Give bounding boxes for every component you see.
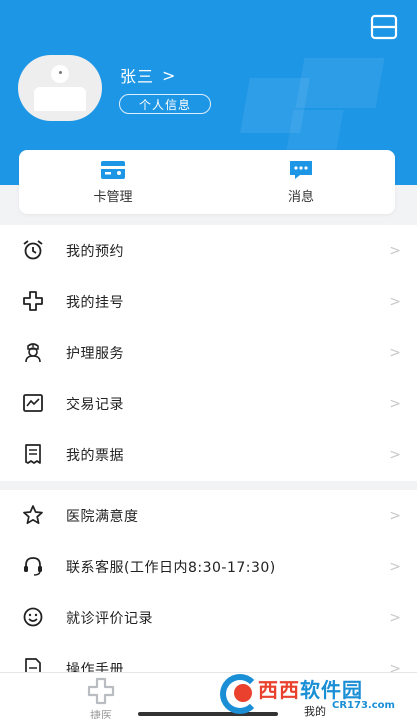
menu-item-label: 我的预约 <box>66 243 124 260</box>
avatar-head <box>51 65 69 83</box>
watermark-logo: 西西软件园 CR173.com <box>214 670 417 719</box>
nurse-icon <box>22 341 44 363</box>
medical-cross-icon <box>22 290 44 312</box>
watermark-site: CR173.com <box>332 700 395 711</box>
chevron-right-icon: > <box>162 65 177 85</box>
chevron-right-icon: > <box>389 507 401 524</box>
menu-item-label: 联系客服(工作日内8:30-17:30) <box>66 559 276 576</box>
scan-icon[interactable] <box>369 14 399 40</box>
header-decoration <box>295 58 385 108</box>
chevron-right-icon: > <box>389 446 401 463</box>
personal-info-button[interactable]: 个人信息 <box>119 94 211 114</box>
card-management-label: 卡管理 <box>93 190 133 205</box>
header-decoration <box>286 110 344 150</box>
chevron-right-icon: > <box>389 293 401 310</box>
quick-actions-card: 卡管理 消息 <box>19 150 395 214</box>
watermark-logo-dot <box>234 684 252 702</box>
tab-label: 捷医 <box>90 709 112 719</box>
menu-item-visit-reviews[interactable]: 就诊评价记录 > <box>0 592 417 643</box>
menu-item-registrations[interactable]: 我的挂号 > <box>0 276 417 327</box>
card-icon <box>101 161 125 179</box>
menu-item-label: 医院满意度 <box>66 508 139 525</box>
menu-item-satisfaction[interactable]: 医院满意度 > <box>0 490 417 541</box>
message-icon <box>290 161 312 179</box>
menu-item-receipts[interactable]: 我的票据 > <box>0 429 417 480</box>
user-name: 张三 <box>120 67 155 86</box>
menu-item-nursing[interactable]: 护理服务 > <box>0 327 417 378</box>
chevron-right-icon: > <box>389 558 401 575</box>
messages-label: 消息 <box>287 190 314 205</box>
menu-group-primary: 我的预约 > 我的挂号 > 护理服务 > 交易记录 > 我的票据 > <box>0 225 417 481</box>
menu-item-customer-service[interactable]: 联系客服(工作日内8:30-17:30) > <box>0 541 417 592</box>
chevron-right-icon: > <box>389 395 401 412</box>
star-icon <box>22 504 44 526</box>
chevron-right-icon: > <box>389 344 401 361</box>
menu-item-label: 我的票据 <box>66 447 124 464</box>
menu-item-transactions[interactable]: 交易记录 > <box>0 378 417 429</box>
avatar[interactable] <box>18 55 102 121</box>
menu-item-appointments[interactable]: 我的预约 > <box>0 225 417 276</box>
card-management-button[interactable]: 卡管理 <box>19 150 207 214</box>
watermark-brand: 西西软件园 <box>258 678 363 702</box>
avatar-body <box>34 87 86 111</box>
chart-icon <box>22 392 44 414</box>
headset-icon <box>22 555 44 577</box>
menu-item-label: 交易记录 <box>66 396 124 413</box>
messages-button[interactable]: 消息 <box>207 150 395 214</box>
menu-item-label: 就诊评价记录 <box>66 610 153 627</box>
smile-icon <box>22 606 44 628</box>
alarm-clock-icon <box>22 239 44 261</box>
menu-item-label: 我的挂号 <box>66 294 124 311</box>
tab-jieyi[interactable]: 捷医 <box>68 677 134 719</box>
chevron-right-icon: > <box>389 242 401 259</box>
receipt-icon <box>22 443 44 465</box>
chevron-right-icon: > <box>389 609 401 626</box>
menu-item-label: 护理服务 <box>66 345 124 362</box>
user-name-link[interactable]: 张三 > <box>120 63 176 87</box>
medical-cross-icon <box>87 677 115 705</box>
